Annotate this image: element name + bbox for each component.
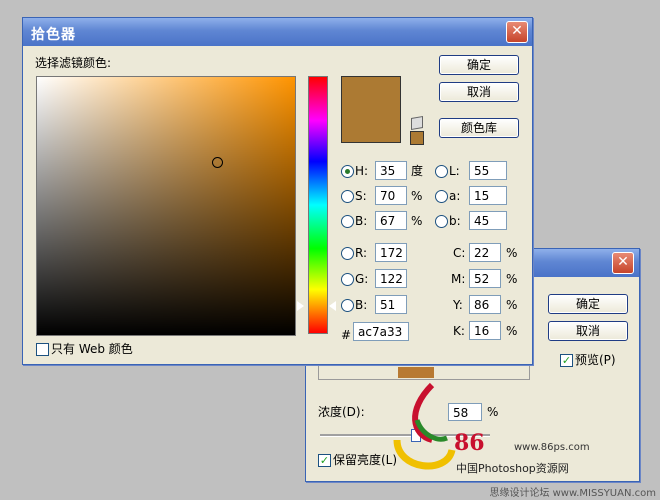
- radio-l[interactable]: [435, 165, 448, 178]
- select-filter-color-label: 选择滤镜颜色:: [35, 56, 112, 70]
- color-field-marker[interactable]: [212, 157, 223, 168]
- cancel-button[interactable]: 取消: [439, 82, 519, 102]
- hue-slider-left-arrow[interactable]: [297, 301, 304, 311]
- color-libraries-button[interactable]: 颜色库: [439, 118, 519, 138]
- field-l[interactable]: 55: [469, 161, 507, 180]
- label-b: B:: [355, 298, 368, 312]
- label-hex: #: [341, 328, 352, 342]
- filter-cancel-button[interactable]: 取消: [548, 321, 628, 341]
- field-a[interactable]: 15: [469, 186, 507, 205]
- field-s[interactable]: 70: [375, 186, 407, 205]
- field-y[interactable]: 86: [469, 295, 501, 314]
- unit-h: 度: [411, 164, 424, 178]
- preserve-luminosity-checkbox[interactable]: ✓: [318, 454, 331, 467]
- watermark-logo: 86 www.86ps.com 中国Photoshop资源网: [392, 380, 602, 475]
- preview-label: 预览(P): [575, 353, 616, 367]
- radio-r[interactable]: [341, 247, 354, 260]
- label-r: R:: [355, 246, 368, 260]
- color-picker-titlebar: 拾色器: [23, 18, 532, 46]
- color-picker-dialog: 拾色器 ✕ 选择滤镜颜色: 确定 取消 颜色库 H: 35 度 S: 70 % …: [22, 17, 533, 365]
- field-g[interactable]: 122: [375, 269, 407, 288]
- field-k[interactable]: 16: [469, 321, 501, 340]
- label-lab-b: b:: [449, 214, 461, 228]
- label-brightness: B:: [355, 214, 368, 228]
- label-k: K:: [453, 324, 465, 338]
- unit-m: %: [506, 272, 518, 286]
- hue-slider-right-arrow[interactable]: [329, 301, 336, 311]
- unit-k: %: [506, 324, 518, 338]
- current-color-swatch: [341, 76, 401, 143]
- radio-lab-b[interactable]: [435, 215, 448, 228]
- color-picker-title: 拾色器: [31, 27, 76, 43]
- label-h: H:: [355, 164, 369, 178]
- field-lab-b[interactable]: 45: [469, 211, 507, 230]
- watermark-number: 86: [454, 430, 485, 456]
- label-g: G:: [355, 272, 369, 286]
- field-b[interactable]: 51: [375, 295, 407, 314]
- field-m[interactable]: 52: [469, 269, 501, 288]
- field-hex[interactable]: ac7a33: [353, 322, 409, 341]
- radio-s[interactable]: [341, 190, 354, 203]
- filter-color-swatch[interactable]: [398, 367, 434, 378]
- ok-button[interactable]: 确定: [439, 55, 519, 75]
- label-a: a:: [449, 189, 461, 203]
- color-field[interactable]: [36, 76, 296, 336]
- unit-s: %: [411, 189, 423, 203]
- radio-brightness[interactable]: [341, 215, 354, 228]
- label-l: L:: [449, 164, 460, 178]
- unit-brightness: %: [411, 214, 423, 228]
- filter-ok-button[interactable]: 确定: [548, 294, 628, 314]
- label-m: M:: [451, 272, 466, 286]
- radio-b[interactable]: [341, 299, 354, 312]
- web-safe-color-swatch[interactable]: [410, 131, 424, 145]
- hue-slider[interactable]: [308, 76, 328, 334]
- close-icon[interactable]: ✕: [506, 21, 528, 43]
- web-safe-cube-icon[interactable]: [411, 115, 423, 131]
- field-brightness[interactable]: 67: [375, 211, 407, 230]
- watermark-emblem-icon: [393, 382, 456, 470]
- field-r[interactable]: 172: [375, 243, 407, 262]
- web-colors-only-label: 只有 Web 颜色: [51, 342, 133, 356]
- close-icon[interactable]: ✕: [612, 252, 634, 274]
- web-colors-only-checkbox[interactable]: [36, 343, 49, 356]
- watermark-tagline: 中国Photoshop资源网: [456, 462, 569, 475]
- preserve-luminosity-label: 保留亮度(L): [333, 453, 398, 467]
- radio-h[interactable]: [341, 165, 354, 178]
- label-c: C:: [453, 246, 466, 260]
- unit-y: %: [506, 298, 518, 312]
- footer-watermark: 思缘设计论坛 www.MISSYUAN.com: [489, 488, 656, 499]
- label-y: Y:: [453, 298, 463, 312]
- unit-c: %: [506, 246, 518, 260]
- preview-checkbox[interactable]: ✓: [560, 354, 573, 367]
- radio-a[interactable]: [435, 190, 448, 203]
- label-s: S:: [355, 189, 367, 203]
- field-h[interactable]: 35: [375, 161, 407, 180]
- watermark-site: www.86ps.com: [514, 442, 590, 453]
- field-c[interactable]: 22: [469, 243, 501, 262]
- density-label: 浓度(D):: [318, 405, 365, 419]
- radio-g[interactable]: [341, 273, 354, 286]
